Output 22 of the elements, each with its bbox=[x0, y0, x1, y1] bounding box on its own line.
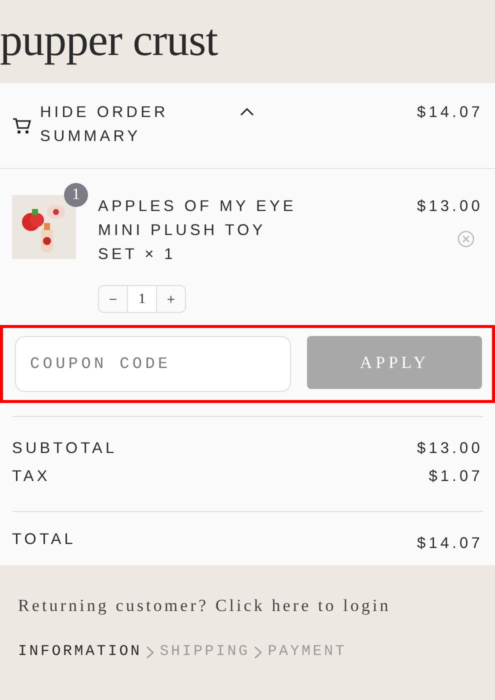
summary-total: $14.07 bbox=[416, 102, 483, 122]
summary-toggle[interactable]: HIDE ORDER SUMMARY bbox=[40, 100, 254, 150]
item-price: $13.00 bbox=[416, 197, 483, 218]
remove-icon[interactable] bbox=[457, 230, 475, 248]
quantity-value: 1 bbox=[127, 286, 157, 312]
line-value: $1.07 bbox=[428, 467, 483, 488]
chevron-up-icon bbox=[240, 106, 254, 116]
quantity-badge: 1 bbox=[64, 183, 88, 208]
line-value: $13.00 bbox=[416, 439, 483, 460]
logo[interactable]: pupper crust bbox=[0, 0, 495, 82]
total-label: TOTAL bbox=[12, 530, 76, 550]
total-value: $14.07 bbox=[416, 534, 483, 554]
chevron-right-icon bbox=[146, 646, 154, 659]
product-name: APPLES OF MY EYE MINI PLUSH TOY SET × 1 bbox=[98, 197, 298, 266]
minus-button[interactable]: − bbox=[99, 286, 127, 312]
breadcrumb-step[interactable]: INFORMATION bbox=[18, 640, 142, 664]
login-link[interactable]: Returning customer? Click here to login bbox=[0, 565, 495, 619]
line-label: SUBTOTAL bbox=[12, 439, 118, 460]
cart-icon bbox=[12, 116, 32, 134]
plus-button[interactable]: + bbox=[157, 286, 185, 312]
line-label: TAX bbox=[12, 467, 50, 488]
chevron-right-icon bbox=[254, 646, 262, 659]
